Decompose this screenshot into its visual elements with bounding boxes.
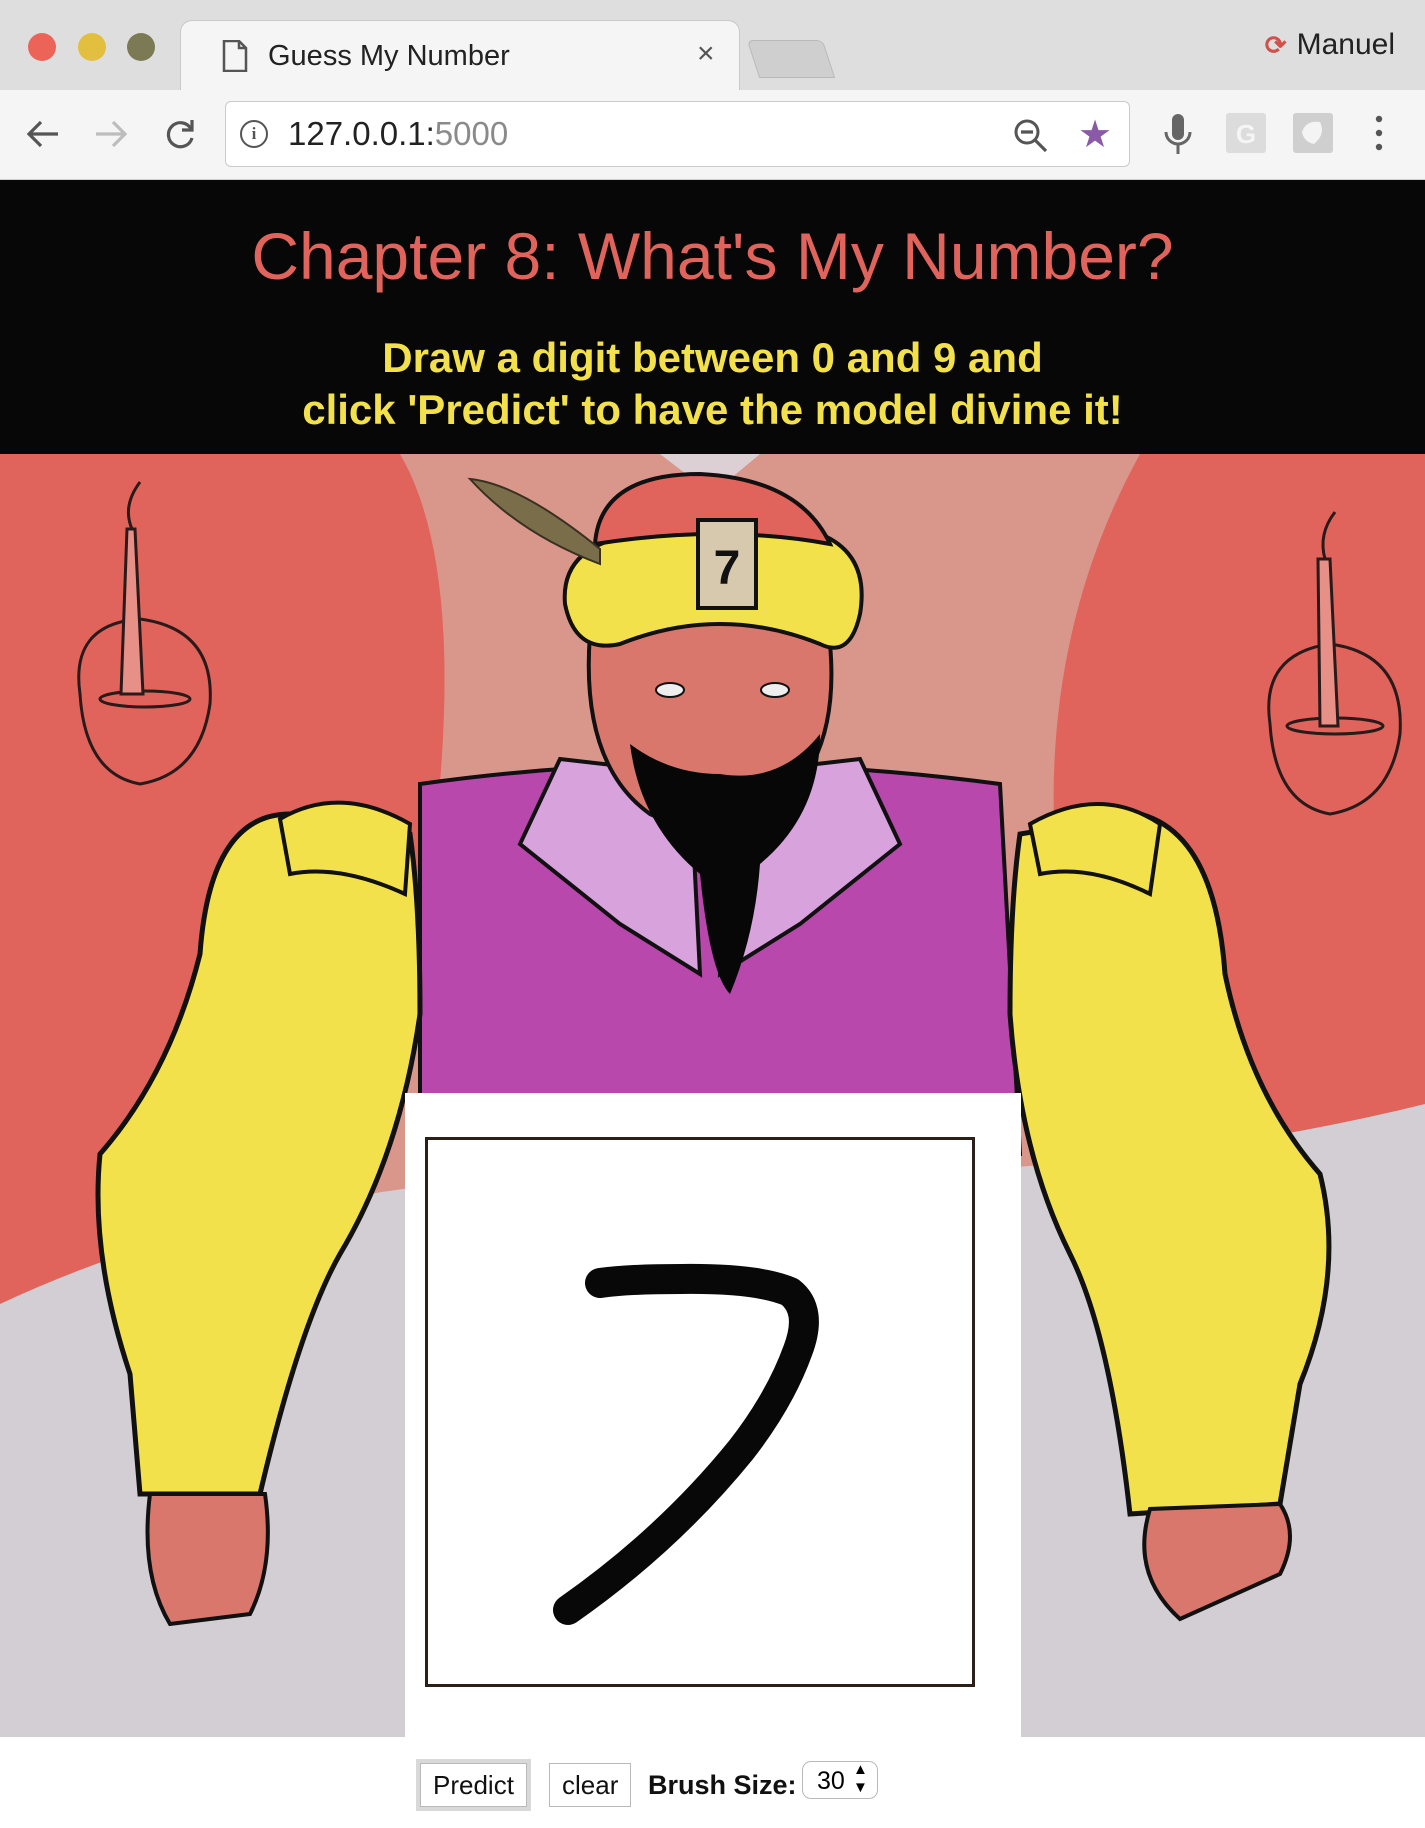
reload-icon xyxy=(166,120,194,149)
tab-title: Guess My Number xyxy=(268,40,510,72)
window-minimize-button[interactable] xyxy=(78,33,106,61)
new-tab-button[interactable] xyxy=(746,40,836,78)
tab-close-icon[interactable]: × xyxy=(697,37,715,71)
predict-button[interactable]: Predict xyxy=(420,1763,527,1807)
site-info-icon[interactable]: i xyxy=(240,120,268,148)
menu-dots-icon[interactable] xyxy=(1371,112,1387,154)
drawing-board xyxy=(405,1093,1021,1737)
headband-digit: 7 xyxy=(714,542,741,595)
back-button[interactable] xyxy=(20,111,66,157)
sync-error-icon: ⟳ xyxy=(1264,29,1287,60)
forward-button[interactable] xyxy=(88,111,134,157)
back-arrow-icon xyxy=(26,120,58,148)
url-text[interactable]: 127.0.0.1:5000 xyxy=(288,115,508,153)
brush-size-value: 30 xyxy=(817,1767,845,1795)
controls-bar: Predict clear Brush Size: 30 ▲ ▼ xyxy=(0,1737,1425,1828)
clear-button[interactable]: clear xyxy=(549,1763,632,1807)
microphone-icon[interactable] xyxy=(1163,112,1193,158)
profile-button[interactable]: ⟳ Manuel xyxy=(1265,28,1395,62)
page-content: Chapter 8: What's My Number? Draw a digi… xyxy=(0,180,1425,1828)
bookmark-star-icon[interactable]: ★ xyxy=(1078,112,1112,157)
page-header: Chapter 8: What's My Number? Draw a digi… xyxy=(0,180,1425,454)
browser-tab-bar: Guess My Number × ⟳ Manuel xyxy=(0,0,1425,90)
zoom-out-icon[interactable] xyxy=(1013,118,1049,154)
document-icon xyxy=(222,40,248,72)
extension-icon[interactable] xyxy=(1292,112,1334,154)
forward-arrow-icon xyxy=(96,120,128,148)
left-hand xyxy=(145,1492,270,1627)
brush-size-select[interactable]: 30 ▲ ▼ xyxy=(802,1761,878,1799)
window-zoom-button[interactable] xyxy=(127,33,155,61)
page-title: Chapter 8: What's My Number? xyxy=(251,219,1174,293)
reload-button[interactable] xyxy=(157,111,203,157)
address-bar[interactable]: i 127.0.0.1:5000 ★ xyxy=(225,101,1130,167)
google-extension-icon[interactable]: G xyxy=(1225,112,1267,154)
brush-size-label: Brush Size: xyxy=(648,1770,797,1800)
browser-toolbar: i 127.0.0.1:5000 ★ G xyxy=(0,90,1425,180)
drawing-canvas[interactable] xyxy=(425,1137,975,1687)
left-eye xyxy=(655,682,685,698)
stepper-arrows-icon: ▲ ▼ xyxy=(853,1761,868,1796)
window-close-button[interactable] xyxy=(28,33,56,61)
profile-name: Manuel xyxy=(1296,28,1395,61)
drawn-digit-strokes xyxy=(553,1263,819,1625)
right-eye xyxy=(760,682,790,698)
page-instructions: Draw a digit between 0 and 9 and click '… xyxy=(302,334,1123,433)
svg-text:G: G xyxy=(1236,119,1256,149)
browser-tab[interactable]: Guess My Number × xyxy=(180,20,740,90)
